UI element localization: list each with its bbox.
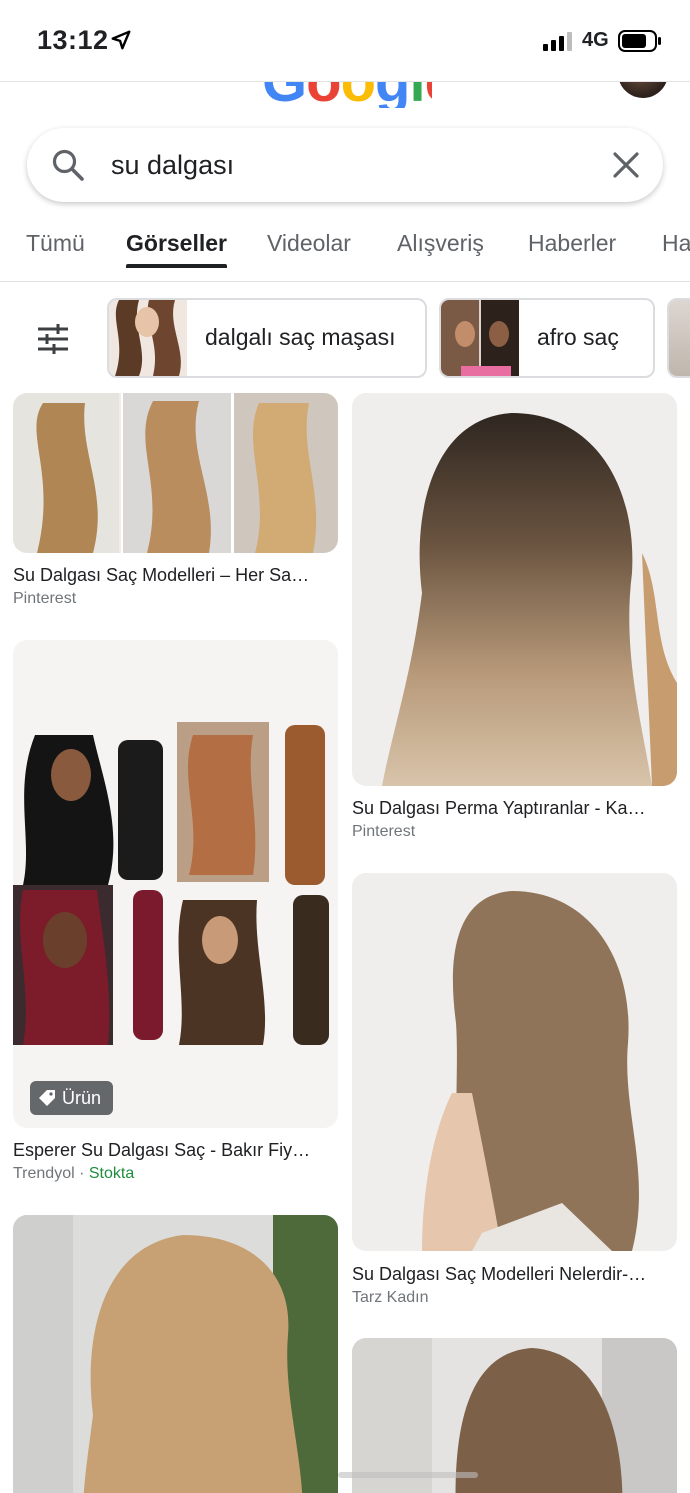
result-thumbnail[interactable] bbox=[13, 640, 338, 1128]
logo-letter: G bbox=[262, 82, 307, 108]
avatar[interactable] bbox=[618, 82, 668, 98]
search-input[interactable] bbox=[111, 145, 581, 185]
result-thumbnail[interactable] bbox=[352, 393, 677, 786]
result-card[interactable] bbox=[13, 1215, 338, 1493]
chip-afro-sac[interactable]: afro saç bbox=[439, 298, 655, 378]
result-card[interactable]: Su Dalgası Saç Modelleri – Her Sa… Pinte… bbox=[13, 393, 338, 613]
active-tab-indicator bbox=[126, 264, 227, 268]
battery-icon bbox=[618, 30, 661, 52]
google-logo[interactable]: Google bbox=[262, 82, 432, 108]
status-time: 13:12 bbox=[37, 25, 109, 55]
result-card[interactable]: Ürün Esperer Su Dalgası Saç - Bakır Fiy…… bbox=[13, 640, 338, 1190]
signal-icon bbox=[543, 32, 572, 51]
product-badge: Ürün bbox=[30, 1081, 114, 1115]
search-tabs: Tümü Görseller Videolar Alışveriş Haberl… bbox=[0, 212, 690, 282]
chip-label: dalgalı saç maşası bbox=[205, 324, 396, 350]
chip-label: afro saç bbox=[537, 324, 619, 350]
chip-thumbnail bbox=[441, 300, 519, 376]
badge-label: Ürün bbox=[62, 1087, 102, 1108]
status-bar: 13:12 4G bbox=[0, 0, 690, 82]
search-box[interactable] bbox=[27, 128, 663, 202]
logo-letter: l bbox=[409, 82, 425, 108]
tab-videos[interactable]: Videolar bbox=[267, 230, 351, 257]
result-thumbnail[interactable] bbox=[352, 1338, 677, 1493]
result-card[interactable] bbox=[352, 1338, 677, 1493]
tab-more[interactable]: Ha bbox=[662, 230, 690, 257]
chip-dalgali-sac-masasi[interactable]: dalgalı saç maşası bbox=[107, 298, 427, 378]
result-source: Pinterest bbox=[13, 590, 77, 607]
tab-news[interactable]: Haberler bbox=[528, 230, 616, 257]
filter-icon[interactable] bbox=[36, 322, 70, 356]
logo-letter: g bbox=[375, 82, 410, 108]
location-arrow-icon bbox=[111, 30, 131, 50]
chip-thumbnail bbox=[109, 300, 187, 376]
stock-status: Stokta bbox=[88, 1165, 135, 1182]
result-card[interactable]: Su Dalgası Saç Modelleri Nelerdir-… Tarz… bbox=[352, 873, 677, 1313]
result-card[interactable]: Su Dalgası Perma Yaptıranlar - Ka… Pinte… bbox=[352, 393, 677, 843]
tab-shopping[interactable]: Alışveriş bbox=[397, 230, 484, 257]
logo-letter: o bbox=[341, 82, 376, 108]
result-thumbnail[interactable] bbox=[352, 873, 677, 1251]
network-label: 4G bbox=[582, 29, 609, 51]
result-thumbnail[interactable] bbox=[13, 1215, 338, 1493]
result-source: Pinterest bbox=[352, 823, 416, 840]
tab-images[interactable]: Görseller bbox=[126, 230, 227, 257]
tab-all[interactable]: Tümü bbox=[26, 230, 85, 257]
result-source: Tarz Kadın bbox=[352, 1289, 429, 1306]
home-indicator[interactable] bbox=[338, 1472, 478, 1478]
tag-icon bbox=[39, 1090, 55, 1106]
result-title: Esperer Su Dalgası Saç - Bakır Fiy… bbox=[13, 1140, 311, 1160]
result-source-name: Trendyol bbox=[13, 1165, 75, 1182]
result-title: Su Dalgası Saç Modelleri Nelerdir-… bbox=[352, 1264, 647, 1284]
result-title: Su Dalgası Saç Modelleri – Her Sa… bbox=[13, 565, 310, 585]
google-logo-text: Google bbox=[262, 82, 432, 108]
result-thumbnail[interactable] bbox=[13, 393, 338, 553]
close-icon[interactable] bbox=[611, 150, 641, 180]
search-icon[interactable] bbox=[51, 148, 85, 182]
logo-letter: e bbox=[425, 82, 432, 108]
chip-next[interactable] bbox=[667, 298, 690, 378]
result-title: Su Dalgası Perma Yaptıranlar - Ka… bbox=[352, 798, 646, 818]
logo-letter: o bbox=[306, 82, 341, 108]
result-source: Trendyol · Stokta bbox=[13, 1165, 135, 1182]
